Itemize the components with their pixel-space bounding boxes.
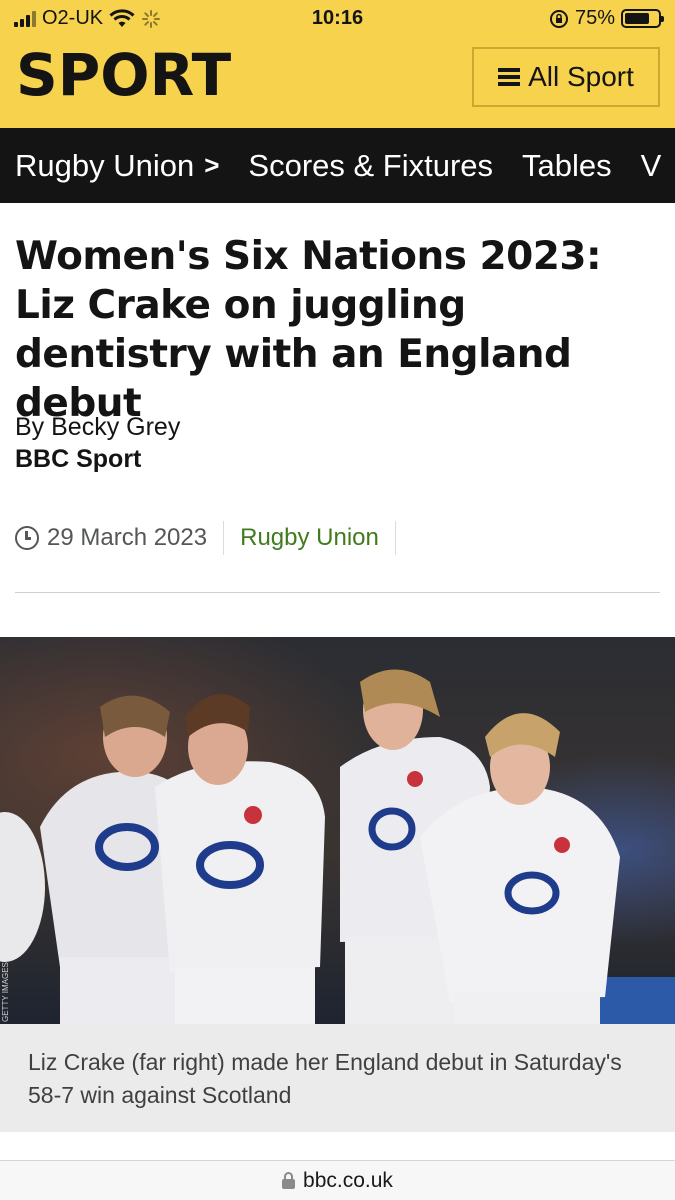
sport-logo[interactable]: SPORT <box>16 40 231 110</box>
url-text: bbc.co.uk <box>303 1168 393 1192</box>
meta-divider <box>223 521 225 555</box>
sport-header: SPORT All Sport <box>0 38 675 128</box>
nav-item-label: Rugby Union <box>15 147 195 183</box>
battery-percent: 75% <box>574 7 615 29</box>
menu-icon <box>498 68 521 86</box>
battery-fill <box>625 13 649 24</box>
all-sport-label: All Sport <box>528 61 634 92</box>
nav-item-label: Tables <box>522 147 612 183</box>
clock-icon <box>15 526 39 550</box>
sport-nav: Rugby Union > Scores & Fixtures Tables V <box>0 128 675 203</box>
image-credit: GETTY IMAGES <box>1 962 10 1022</box>
image-caption: Liz Crake (far right) made her England d… <box>0 1024 675 1132</box>
nav-item-rugby-union[interactable]: Rugby Union > <box>0 148 233 184</box>
chevron-right-icon: > <box>204 150 220 180</box>
battery-icon <box>621 9 664 28</box>
article-meta: 29 March 2023 Rugby Union <box>15 520 412 556</box>
status-right: 75% <box>549 7 664 30</box>
lock-icon <box>282 1172 296 1189</box>
all-sport-button[interactable]: All Sport <box>472 47 660 107</box>
nav-item-truncated[interactable]: V <box>626 148 675 184</box>
rugby-players-photo: GETTY IMAGES <box>0 637 675 1024</box>
meta-divider <box>394 521 396 555</box>
nav-item-tables[interactable]: Tables <box>507 148 626 184</box>
article-headline: Women's Six Nations 2023: Liz Crake on j… <box>15 234 602 426</box>
byline-author: By Becky Grey <box>15 413 181 441</box>
article-date: 29 March 2023 <box>47 524 208 551</box>
section-divider <box>15 592 660 593</box>
browser-url-bar[interactable]: bbc.co.uk <box>0 1160 675 1200</box>
article-image: GETTY IMAGES <box>0 637 675 1024</box>
nav-item-label: Scores & Fixtures <box>248 147 494 183</box>
rotation-lock-icon <box>549 9 568 28</box>
topic-link[interactable]: Rugby Union <box>240 524 379 552</box>
nav-item-scores-fixtures[interactable]: Scores & Fixtures <box>233 148 507 184</box>
nav-item-label: V <box>640 147 662 183</box>
byline-organisation: BBC Sport <box>15 445 142 473</box>
status-bar: O2-UK 10:16 75% <box>0 0 675 38</box>
